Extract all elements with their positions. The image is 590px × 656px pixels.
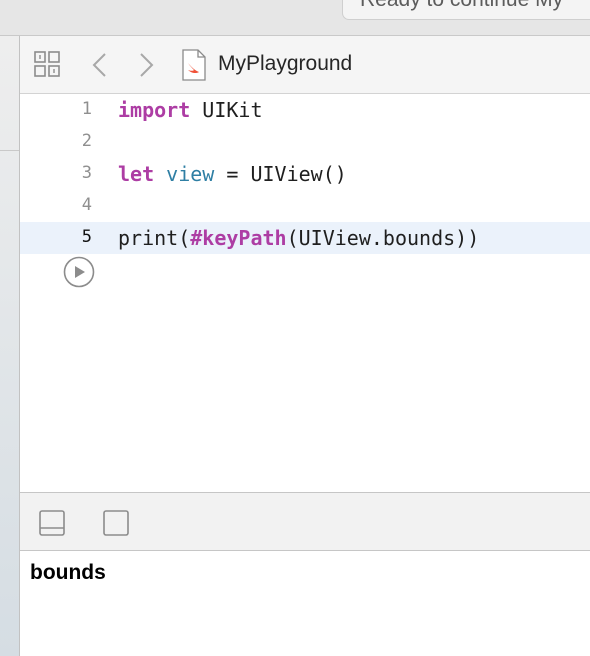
code-line[interactable]: 5 print(#keyPath(UIView.bounds)) — [20, 222, 590, 254]
code-line[interactable]: 3 let view = UIView() — [20, 158, 590, 190]
file-name-breadcrumb[interactable]: MyPlayground — [218, 52, 352, 76]
line-number: 2 — [81, 131, 92, 151]
swift-file-icon[interactable] — [180, 49, 208, 81]
back-chevron-icon[interactable] — [90, 51, 110, 79]
code-token-keyword: let — [118, 162, 155, 186]
line-code: let view = UIView() — [118, 162, 347, 186]
show-console-icon[interactable] — [102, 509, 130, 537]
code-line[interactable]: 4 — [20, 190, 590, 222]
source-editor[interactable]: 1 import UIKit 2 3 let view = UIView() 4 5 prin… — [20, 94, 590, 492]
debug-bar — [20, 492, 590, 551]
code-token-plain: (UIView.bounds)) — [286, 226, 480, 250]
code-token-plain: UIKit — [190, 98, 263, 122]
console-output: bounds — [30, 561, 106, 584]
sidebar-divider — [0, 150, 19, 151]
line-number: 4 — [81, 195, 92, 215]
navigator-sidebar[interactable] — [0, 36, 20, 656]
hide-debug-area-icon[interactable] — [38, 509, 66, 537]
related-items-icon[interactable] — [33, 50, 61, 78]
line-number: 1 — [81, 99, 92, 119]
code-line[interactable]: 1 import UIKit — [20, 94, 590, 126]
code-line[interactable]: 2 — [20, 126, 590, 158]
line-number: 5 — [81, 227, 92, 247]
activity-status: Ready to continue My — [342, 0, 590, 20]
line-number: 3 — [81, 163, 92, 183]
forward-chevron-icon[interactable] — [136, 51, 156, 79]
code-token-plain: = UIView() — [214, 162, 347, 186]
title-bar: Ready to continue My — [0, 0, 590, 36]
line-code: import UIKit — [118, 98, 263, 122]
code-token-keyword: import — [118, 98, 191, 122]
activity-status-text: Ready to continue My — [360, 0, 563, 11]
code-token-plain: print( — [118, 226, 191, 250]
jump-bar: MyPlayground — [20, 36, 590, 94]
play-icon[interactable] — [63, 256, 95, 288]
line-code: print(#keyPath(UIView.bounds)) — [118, 226, 479, 250]
console-area[interactable]: bounds — [20, 551, 590, 656]
code-token-declaration: view — [166, 162, 215, 186]
code-token-keyword: #keyPath — [190, 226, 287, 250]
